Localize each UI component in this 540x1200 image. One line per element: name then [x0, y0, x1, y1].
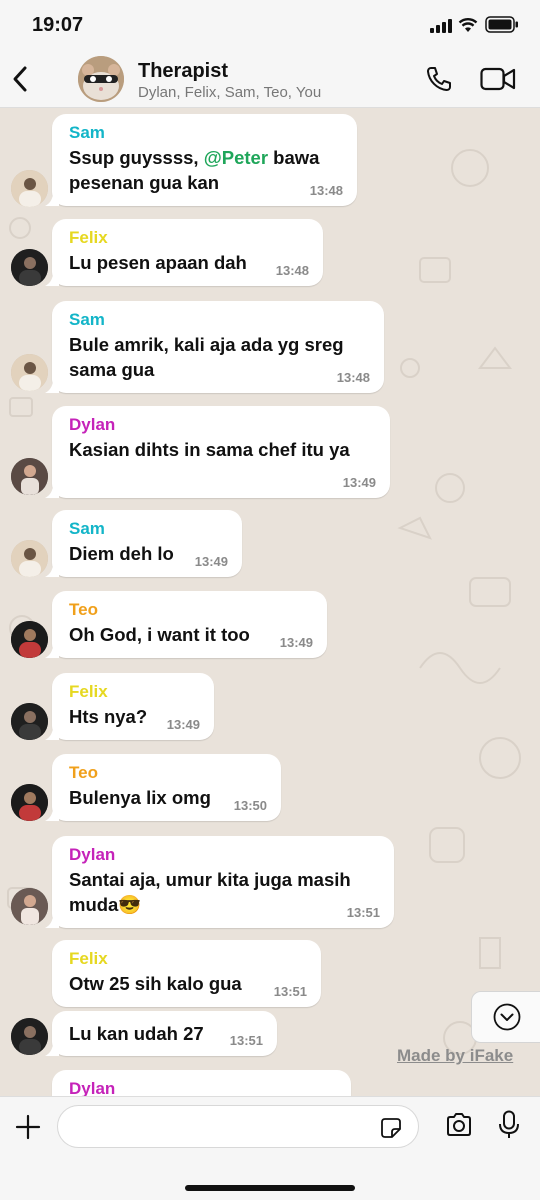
back-chevron-icon[interactable]	[10, 64, 30, 94]
person-photo-icon	[11, 540, 48, 577]
person-photo-icon	[11, 888, 48, 925]
message-time: 13:50	[233, 798, 267, 813]
felix-avatar[interactable]	[11, 1018, 48, 1055]
bubble-tail	[45, 644, 59, 658]
sender-name: Dylan	[69, 1079, 116, 1096]
chat-header: Therapist Dylan, Felix, Sam, Teo, You	[0, 52, 540, 108]
bubble-tail	[45, 726, 59, 740]
status-time: 19:07	[32, 14, 84, 36]
message-text: Santai aja, umur kita juga masih muda😎	[69, 869, 351, 915]
bubble-tail	[45, 192, 59, 206]
signal-icon	[430, 19, 452, 33]
camera-icon[interactable]	[445, 1112, 473, 1138]
message-time: 13:48	[309, 183, 343, 198]
sender-name: Dylan	[69, 415, 116, 434]
person-photo-icon	[11, 458, 48, 495]
sam-avatar[interactable]	[11, 354, 48, 391]
person-photo-icon	[11, 170, 48, 207]
message-time: 13:49	[279, 635, 313, 650]
plus-icon[interactable]	[15, 1114, 41, 1140]
sticker-icon[interactable]	[380, 1117, 402, 1139]
sender-name: Sam	[69, 123, 105, 142]
battery-icon	[485, 16, 518, 33]
message-time: 13:51	[229, 1033, 263, 1048]
message-input[interactable]	[57, 1105, 419, 1148]
sender-name: Felix	[69, 228, 108, 247]
message-time: 13:48	[275, 263, 309, 278]
sam-avatar[interactable]	[11, 170, 48, 207]
message-bubble[interactable]: Sam Bule amrik, kali aja ada yg sreg sam…	[45, 301, 384, 393]
message-bubble[interactable]: Lu kan udah 27 13:51	[45, 1011, 277, 1056]
message-text: Kasian dihts in sama chef itu ya	[69, 439, 350, 460]
message-bubble[interactable]: Dylan Santai aja, umur kita juga masih m…	[45, 836, 394, 928]
chevron-down-circle-icon	[493, 1003, 521, 1031]
message-time: 13:49	[166, 717, 200, 732]
bubble-tail	[45, 272, 59, 286]
message-bubble[interactable]: Teo Oh God, i want it too 13:49	[45, 591, 327, 658]
person-photo-icon	[11, 1018, 48, 1055]
chat-members[interactable]: Dylan, Felix, Sam, Teo, You	[138, 84, 321, 101]
group-avatar[interactable]	[78, 56, 124, 102]
teo-avatar[interactable]	[11, 621, 48, 658]
message-bubble[interactable]: Felix Lu pesen apaan dah 13:48	[45, 219, 323, 286]
phone-call-icon[interactable]	[425, 65, 453, 93]
sam-avatar[interactable]	[11, 540, 48, 577]
dylan-avatar[interactable]	[11, 458, 48, 495]
bubble-tail	[45, 1042, 59, 1056]
microphone-icon[interactable]	[498, 1110, 520, 1140]
person-photo-icon	[11, 249, 48, 286]
felix-avatar[interactable]	[11, 703, 48, 740]
message-time: 13:48	[336, 370, 370, 385]
bubble-tail	[45, 807, 59, 821]
sender-name: Sam	[69, 519, 105, 538]
scroll-to-bottom-button[interactable]	[471, 991, 540, 1043]
wifi-icon	[458, 18, 478, 32]
home-indicator	[185, 1185, 355, 1191]
person-photo-icon	[11, 784, 48, 821]
message-bubble[interactable]: Felix Hts nya? 13:49	[45, 673, 214, 740]
watermark-label: Made by iFake	[397, 1046, 514, 1065]
message-time: 13:51	[346, 905, 380, 920]
message-bubble[interactable]: Dylan	[52, 1070, 351, 1096]
message-bubble[interactable]: Dylan Kasian dihts in sama chef itu ya 1…	[45, 406, 390, 498]
sender-name: Teo	[69, 600, 98, 619]
bubble-tail	[45, 914, 59, 928]
person-photo-icon	[11, 621, 48, 658]
sender-name: Felix	[69, 949, 108, 968]
sender-name: Teo	[69, 763, 98, 782]
video-call-icon[interactable]	[480, 67, 516, 91]
chat-title[interactable]: Therapist	[138, 60, 228, 83]
bubble-tail	[45, 379, 59, 393]
bubble-tail	[45, 563, 59, 577]
message-time: 13:51	[273, 984, 307, 999]
sender-name: Sam	[69, 310, 105, 329]
message-bubble[interactable]: Teo Bulenya lix omg 13:50	[45, 754, 281, 821]
bubble-tail	[45, 484, 59, 498]
sender-name: Felix	[69, 682, 108, 701]
message-text: Oh God, i want it too	[69, 624, 250, 645]
person-photo-icon	[11, 703, 48, 740]
sender-name: Dylan	[69, 845, 116, 864]
dylan-avatar[interactable]	[11, 888, 48, 925]
teo-avatar[interactable]	[11, 784, 48, 821]
chat-area[interactable]: Sam Ssup guyssss, @Peter bawa pesenan gu…	[0, 108, 540, 1096]
message-text: Otw 25 sih kalo gua	[69, 973, 242, 994]
message-text: Bule amrik, kali aja ada yg sreg sama gu…	[69, 334, 344, 380]
message-bubble[interactable]: Felix Otw 25 sih kalo gua 13:51	[52, 940, 321, 1007]
message-time: 13:49	[342, 475, 376, 490]
message-time: 13:49	[194, 554, 228, 569]
mention-peter[interactable]: @Peter	[204, 147, 268, 168]
person-photo-icon	[11, 354, 48, 391]
felix-avatar[interactable]	[11, 249, 48, 286]
message-text: Lu pesen apaan dah	[69, 252, 247, 273]
composer-bar	[0, 1096, 540, 1200]
message-bubble[interactable]: Sam Ssup guyssss, @Peter bawa pesenan gu…	[45, 114, 357, 206]
message-bubble[interactable]: Sam Diem deh lo 13:49	[45, 510, 242, 577]
status-bar: 19:07	[0, 0, 540, 52]
hamster-mask-icon	[78, 56, 124, 102]
message-text-part: Ssup guyssss,	[69, 147, 204, 168]
message-text: Ssup guyssss, @Peter bawa pesenan gua ka…	[69, 145, 340, 195]
